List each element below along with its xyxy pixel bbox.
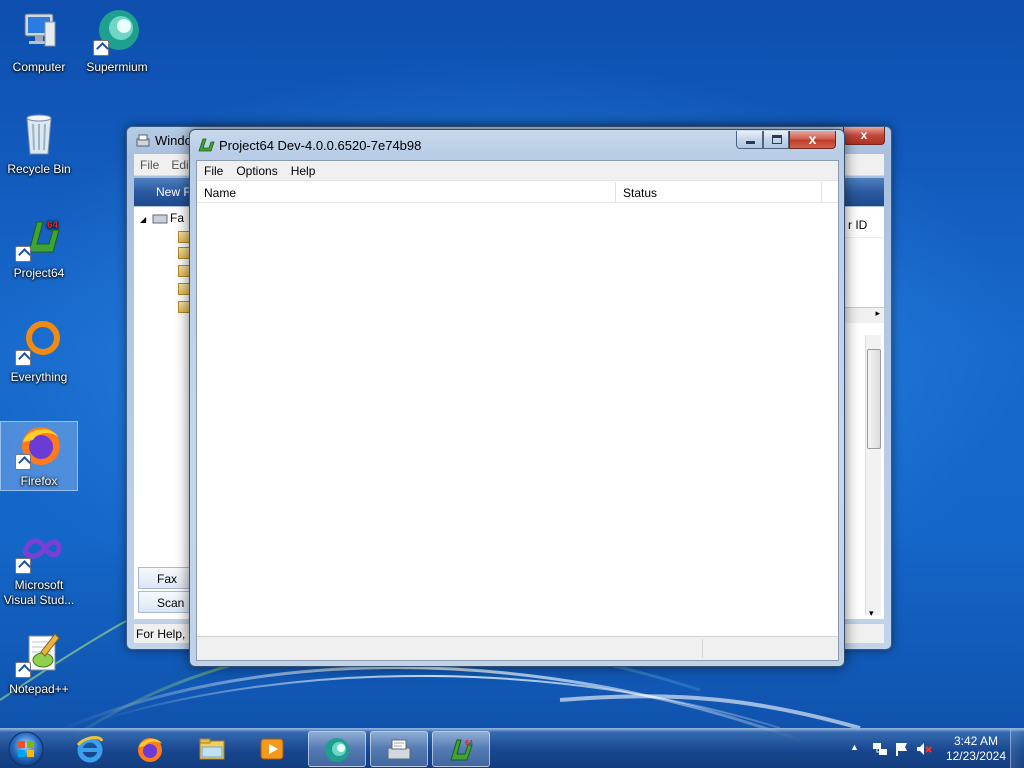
status-bar bbox=[197, 636, 838, 660]
clock-time: 3:42 AM bbox=[953, 734, 998, 748]
firefox-icon bbox=[136, 735, 164, 763]
taskbar: 64 ▲ 3:42 AM 12/23/2024 bbox=[0, 728, 1024, 768]
desktop-icon-label: Recycle Bin bbox=[7, 162, 71, 176]
supermium-icon bbox=[323, 736, 351, 764]
taskbar-internet-explorer[interactable] bbox=[62, 731, 120, 767]
scroll-down-icon[interactable]: ▾ bbox=[869, 608, 874, 619]
column-header-id[interactable]: r ID bbox=[842, 215, 884, 235]
svg-text:64: 64 bbox=[47, 220, 59, 231]
desktop-icon-label: Everything bbox=[10, 370, 68, 384]
shortcut-arrow-icon bbox=[15, 246, 31, 262]
column-header-status[interactable]: Status bbox=[616, 182, 822, 203]
internet-explorer-icon bbox=[76, 735, 104, 763]
desktop-icon-everything[interactable]: Everything bbox=[0, 318, 78, 385]
fax-device-icon bbox=[152, 212, 168, 227]
desktop-icon-computer[interactable]: Computer bbox=[0, 8, 78, 75]
desktop-icon-project64[interactable]: 64 Project64 bbox=[0, 214, 78, 281]
new-fax-button[interactable]: New F bbox=[156, 185, 191, 199]
show-desktop-button[interactable] bbox=[1010, 729, 1024, 768]
menu-help[interactable]: Help bbox=[284, 161, 322, 181]
start-button[interactable] bbox=[6, 731, 46, 767]
desktop-icon-supermium[interactable]: Supermium bbox=[78, 8, 156, 75]
network-icon[interactable] bbox=[872, 741, 888, 757]
svg-text:64: 64 bbox=[465, 740, 473, 747]
folder-tree: ◢ Fa bbox=[134, 207, 192, 547]
taskbar-windows-explorer[interactable] bbox=[184, 731, 242, 767]
scrollbar-thumb[interactable] bbox=[867, 349, 881, 449]
recycle-bin-icon bbox=[15, 110, 63, 158]
column-header-name[interactable]: Name bbox=[197, 182, 616, 203]
media-player-icon bbox=[258, 735, 286, 763]
everything-search-icon bbox=[15, 318, 63, 366]
desktop-icon-firefox[interactable]: Firefox bbox=[0, 421, 78, 491]
close-button[interactable]: x bbox=[843, 127, 885, 145]
project64-window[interactable]: Project64 Dev-4.0.0.6520-7e74b98 x File O… bbox=[189, 129, 845, 667]
shortcut-arrow-icon bbox=[15, 662, 31, 678]
system-tray: ▲ 3:42 AM 12/23/2024 bbox=[834, 729, 1024, 768]
clock[interactable]: 3:42 AM 12/23/2024 bbox=[946, 734, 1006, 764]
desktop-icon-visual-studio[interactable]: Microsoft Visual Stud... bbox=[0, 526, 78, 608]
project64-icon: 64 bbox=[15, 214, 63, 262]
maximize-icon bbox=[772, 135, 782, 144]
notepadpp-icon bbox=[15, 630, 63, 678]
shortcut-arrow-icon bbox=[15, 454, 31, 470]
desktop-icon-label: Firefox bbox=[20, 474, 58, 488]
rom-list[interactable] bbox=[197, 204, 838, 636]
shortcut-arrow-icon bbox=[15, 350, 31, 366]
rom-list-header: Name Status bbox=[197, 182, 838, 203]
menu-file[interactable]: File bbox=[134, 154, 165, 176]
close-button[interactable]: x bbox=[789, 131, 836, 149]
shortcut-arrow-icon bbox=[15, 558, 31, 574]
desktop-icon-label: Supermium bbox=[86, 60, 148, 74]
minimize-button[interactable] bbox=[736, 131, 763, 149]
taskbar-supermium[interactable] bbox=[308, 731, 366, 767]
volume-muted-icon[interactable] bbox=[916, 741, 932, 757]
fax-nav-label: Fax bbox=[157, 572, 178, 586]
fax-icon bbox=[385, 736, 413, 764]
desktop-icon-notepadpp[interactable]: Notepad++ bbox=[0, 630, 78, 697]
menu-options[interactable]: Options bbox=[229, 161, 283, 181]
supermium-icon bbox=[93, 8, 141, 56]
printer-icon bbox=[135, 134, 151, 151]
window-title: Project64 Dev-4.0.0.6520-7e74b98 bbox=[219, 138, 422, 153]
menu-bar: File Options Help bbox=[197, 161, 838, 181]
minimize-icon bbox=[746, 141, 755, 144]
client-area: File Options Help Name Status bbox=[196, 160, 839, 661]
menu-file[interactable]: File bbox=[197, 161, 229, 181]
status-pane-secondary bbox=[703, 639, 839, 658]
project64-app-icon bbox=[197, 137, 215, 153]
vertical-scrollbar[interactable]: ▾ bbox=[865, 335, 881, 618]
shortcut-arrow-icon bbox=[93, 40, 109, 56]
nav-scan-button[interactable]: Scan bbox=[138, 591, 196, 613]
taskbar-project64[interactable]: 64 bbox=[432, 731, 490, 767]
action-center-flag-icon[interactable] bbox=[894, 741, 910, 757]
project64-icon: 64 bbox=[447, 736, 475, 764]
show-hidden-icons-chevron[interactable]: ▲ bbox=[850, 742, 859, 752]
horizontal-scrollbar[interactable]: ▸ bbox=[842, 307, 884, 323]
desktop-icon-label: Notepad++ bbox=[9, 682, 69, 696]
nav-fax-button[interactable]: Fax bbox=[138, 567, 196, 589]
status-pane-main bbox=[197, 639, 703, 658]
firefox-icon bbox=[15, 422, 63, 470]
taskbar-firefox[interactable] bbox=[122, 731, 180, 767]
desktop-icon-recycle-bin[interactable]: Recycle Bin bbox=[0, 110, 78, 177]
window-title: Windo bbox=[155, 133, 192, 148]
folder-icon bbox=[198, 735, 226, 763]
taskbar-fax-and-scan[interactable] bbox=[370, 731, 428, 767]
maximize-button[interactable] bbox=[763, 131, 789, 149]
desktop-icon-label: Microsoft Visual Stud... bbox=[3, 578, 75, 607]
desktop-icon-label: Project64 bbox=[13, 266, 65, 280]
scan-nav-label: Scan bbox=[157, 596, 185, 610]
desktop-icon-label: Computer bbox=[12, 60, 66, 74]
taskbar-media-player[interactable] bbox=[244, 731, 302, 767]
computer-icon bbox=[15, 8, 63, 56]
visual-studio-icon bbox=[15, 526, 63, 574]
expand-icon[interactable]: ◢ bbox=[140, 215, 146, 224]
tree-root-label[interactable]: Fa bbox=[170, 211, 184, 225]
clock-date: 12/23/2024 bbox=[945, 749, 1006, 763]
